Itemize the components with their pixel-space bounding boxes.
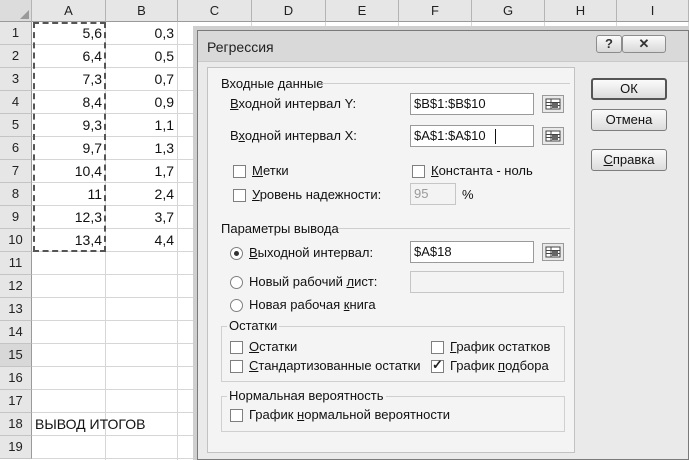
select-all-corner[interactable] (0, 0, 32, 22)
residuals-group-title: Остатки (227, 318, 280, 333)
new-workbook-label: Новая рабочая книга (249, 297, 376, 312)
new-workbook-radio[interactable] (230, 299, 243, 312)
cell-b1[interactable]: 0,3 (106, 22, 178, 45)
cell-b5[interactable]: 1,1 (106, 114, 178, 137)
labels-checkbox[interactable] (233, 165, 246, 178)
column-header-g[interactable]: G (472, 0, 545, 22)
residuals-label: Остатки (249, 339, 298, 354)
y-range-label: Входной интервал Y: (230, 96, 357, 111)
ok-button[interactable]: ОК (591, 78, 667, 100)
residual-plot-label: График остатков (450, 339, 551, 354)
cell-b9[interactable]: 3,7 (106, 206, 178, 229)
row-header-10[interactable]: 10 (0, 229, 32, 252)
x-range-label: Входной интервал X: (230, 128, 357, 143)
normal-probability-group-title: Нормальная вероятность (227, 388, 386, 403)
new-worksheet-label: Новый рабочий лист: (249, 274, 378, 289)
standardized-residuals-label: Стандартизованные остатки (249, 358, 421, 373)
row-header-3[interactable]: 3 (0, 68, 32, 91)
row-header-12[interactable]: 12 (0, 275, 32, 298)
range-select-icon (545, 130, 561, 142)
column-header-h[interactable]: H (545, 0, 617, 22)
new-worksheet-radio[interactable] (230, 276, 243, 289)
column-header-a[interactable]: A (32, 0, 106, 22)
close-button[interactable]: ✕ (622, 35, 666, 53)
cell-b10[interactable]: 4,4 (106, 229, 178, 252)
confidence-level-input[interactable]: 95 (410, 183, 456, 205)
output-range-collapse-button[interactable] (542, 243, 564, 261)
row-header-6[interactable]: 6 (0, 137, 32, 160)
confidence-level-checkbox[interactable] (233, 189, 246, 202)
cell-b7[interactable]: 1,7 (106, 160, 178, 183)
normal-probability-plot-label: График нормальной вероятности (249, 407, 451, 422)
cell-b3[interactable]: 0,7 (106, 68, 178, 91)
output-range-radio[interactable] (230, 247, 243, 260)
y-range-collapse-button[interactable] (542, 95, 564, 113)
options-panel: Входные данные Входной интервал Y: $B$1:… (207, 67, 575, 453)
column-header-d[interactable]: D (252, 0, 326, 22)
row-header-2[interactable]: 2 (0, 45, 32, 68)
dialog-title: Регрессия (207, 39, 274, 55)
cancel-button[interactable]: Отмена (591, 109, 667, 131)
column-header-c[interactable]: C (178, 0, 252, 22)
x-range-collapse-button[interactable] (542, 127, 564, 145)
row-header-13[interactable]: 13 (0, 298, 32, 321)
row-header-18[interactable]: 18 (0, 413, 32, 436)
residuals-group (221, 326, 565, 382)
cell-b6[interactable]: 1,3 (106, 137, 178, 160)
confidence-level-label: Уровень надежности: (252, 187, 382, 202)
range-select-icon (545, 246, 561, 258)
copy-selection-marquee (33, 22, 106, 252)
row-header-16[interactable]: 16 (0, 367, 32, 390)
text-caret (495, 129, 496, 144)
question-icon: ? (605, 36, 613, 51)
residuals-checkbox[interactable] (230, 341, 243, 354)
new-worksheet-input[interactable] (410, 271, 564, 293)
cell-b4[interactable]: 0,9 (106, 91, 178, 114)
row-header-11[interactable]: 11 (0, 252, 32, 275)
row-header-1[interactable]: 1 (0, 22, 32, 45)
column-header-b[interactable]: B (106, 0, 178, 22)
cell-b2[interactable]: 0,5 (106, 45, 178, 68)
percent-sign: % (462, 187, 474, 202)
range-select-icon (545, 98, 561, 110)
row-header-9[interactable]: 9 (0, 206, 32, 229)
output-range-label: Выходной интервал: (249, 245, 374, 260)
output-section-title: Параметры вывода (221, 221, 339, 236)
help-question-button[interactable]: ? (596, 35, 622, 53)
row-header-7[interactable]: 7 (0, 160, 32, 183)
output-range-input[interactable]: $A$18 (410, 241, 534, 263)
help-button[interactable]: Справка (591, 149, 667, 171)
residual-plot-checkbox[interactable] (431, 341, 444, 354)
column-header-i[interactable]: I (617, 0, 689, 22)
standardized-residuals-checkbox[interactable] (230, 360, 243, 373)
row-header-5[interactable]: 5 (0, 114, 32, 137)
dialog-titlebar[interactable]: Регрессия ? ✕ (198, 31, 688, 62)
y-range-input[interactable]: $B$1:$B$10 (410, 93, 534, 115)
row-header-4[interactable]: 4 (0, 91, 32, 114)
line-fit-plot-label: График подбора (450, 358, 549, 373)
close-icon: ✕ (638, 36, 650, 51)
column-header-f[interactable]: F (399, 0, 472, 22)
cell-b8[interactable]: 2,4 (106, 183, 178, 206)
input-section-title: Входные данные (221, 76, 324, 91)
row-header-19[interactable]: 19 (0, 436, 32, 459)
column-header-e[interactable]: E (326, 0, 399, 22)
row-header-17[interactable]: 17 (0, 390, 32, 413)
row-header-15[interactable]: 15 (0, 344, 32, 367)
output-section-separator (338, 228, 570, 229)
regression-dialog: Регрессия ? ✕ Входные данные Входной инт… (197, 30, 689, 460)
x-range-input[interactable]: $A$1:$A$10 (410, 125, 534, 147)
constant-zero-checkbox[interactable] (412, 165, 425, 178)
row-header-14[interactable]: 14 (0, 321, 32, 344)
input-section-separator (322, 83, 570, 84)
constant-zero-label: Константа - ноль (431, 163, 533, 178)
line-fit-plot-checkbox[interactable] (431, 357, 444, 373)
labels-label: Метки (252, 163, 289, 178)
row-header-8[interactable]: 8 (0, 183, 32, 206)
normal-probability-plot-checkbox[interactable] (230, 409, 243, 422)
